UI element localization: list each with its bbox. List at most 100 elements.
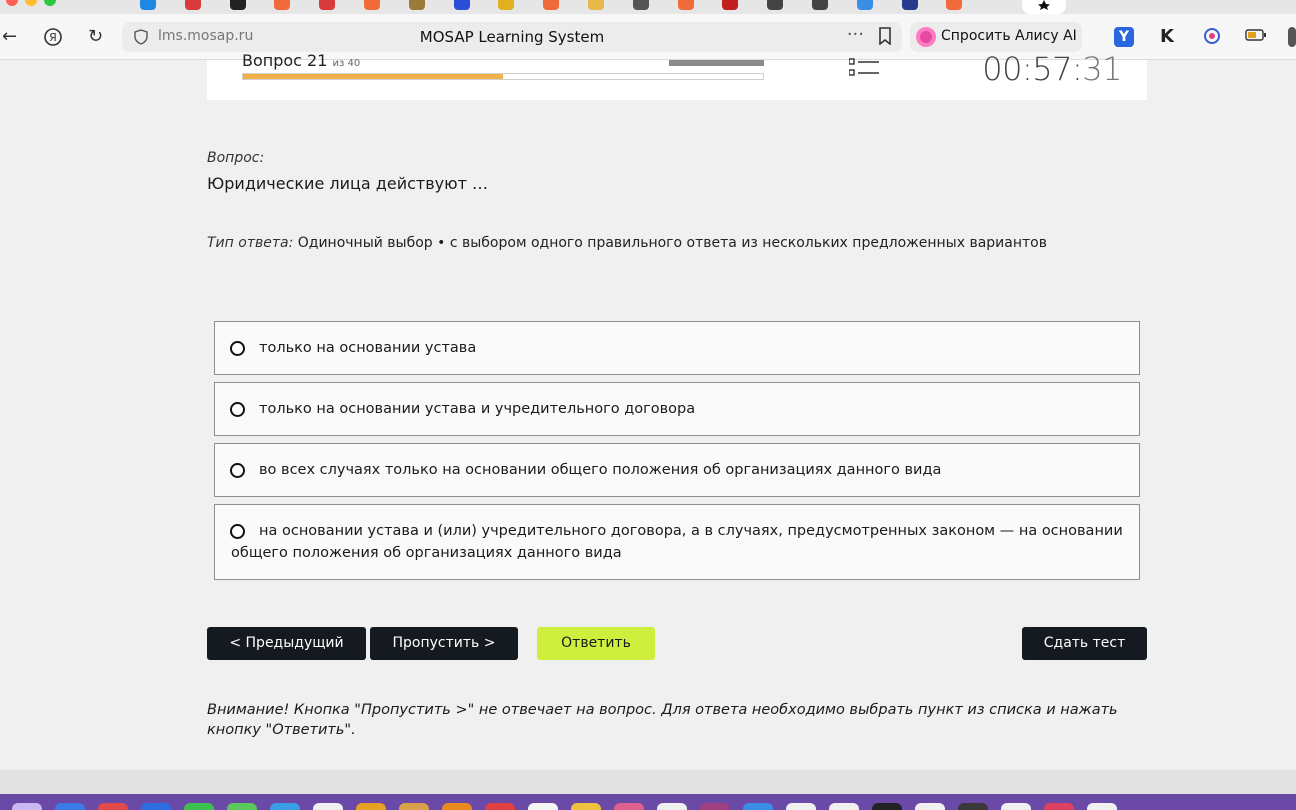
dock-app-icon[interactable]: [829, 803, 859, 810]
dock-app-icon[interactable]: [1087, 803, 1117, 810]
maximize-window-button[interactable]: [44, 0, 56, 6]
tab-favicon[interactable]: [274, 0, 291, 10]
dock-app-icon[interactable]: [700, 803, 730, 810]
tab-favicon[interactable]: [901, 0, 918, 10]
close-window-button[interactable]: [6, 0, 18, 6]
answer-option-text: на основании устава и (или) учредительно…: [231, 523, 1123, 561]
dock-app-icon[interactable]: [528, 803, 558, 810]
tab-favicon[interactable]: [453, 0, 470, 10]
answer-option-text: во всех случаях только на основании обще…: [259, 462, 942, 478]
dock-app-icon[interactable]: [227, 803, 257, 810]
dock-app-icon[interactable]: [399, 803, 429, 810]
question-text: Юридические лица действуют …: [207, 174, 488, 193]
dock-app-icon[interactable]: [141, 803, 171, 810]
dock-app-icon[interactable]: [915, 803, 945, 810]
answer-button[interactable]: Ответить: [537, 627, 655, 660]
address-bar[interactable]: lms.mosap.ru MOSAP Learning System ···: [122, 22, 902, 52]
answer-option-1[interactable]: только на основании устава: [214, 321, 1140, 375]
back-arrow-icon[interactable]: ←: [2, 27, 17, 47]
extension-k-icon[interactable]: K: [1157, 27, 1177, 47]
tab-icons: [140, 0, 991, 10]
timer: 00:57:31: [982, 50, 1122, 88]
tab-strip: [0, 0, 1296, 14]
dock-app-icon[interactable]: [743, 803, 773, 810]
dock-app-icon[interactable]: [485, 803, 515, 810]
ask-alice-button[interactable]: Спросить Алису AI: [910, 22, 1082, 52]
answer-option-text: только на основании устава и учредительн…: [259, 401, 696, 417]
answer-option-3[interactable]: во всех случаях только на основании обще…: [214, 443, 1140, 497]
timer-seconds: 31: [1082, 50, 1122, 88]
question-counter-current: Вопрос 21: [242, 51, 328, 70]
yandex-home-icon[interactable]: Я: [43, 27, 63, 52]
question-counter-total: из 40: [332, 58, 361, 69]
dock-app-icon[interactable]: [356, 803, 386, 810]
answer-option-4[interactable]: на основании устава и (или) учредительно…: [214, 504, 1140, 580]
alice-icon: [916, 27, 936, 47]
tab-favicon[interactable]: [184, 0, 201, 10]
tab-favicon[interactable]: [319, 0, 336, 10]
dock-app-icon[interactable]: [786, 803, 816, 810]
progress-bar: [242, 73, 764, 80]
tab-favicon[interactable]: [543, 0, 560, 10]
extension-circle-icon[interactable]: [1202, 27, 1222, 47]
dock-app-icon[interactable]: [614, 803, 644, 810]
dock-app-icon[interactable]: [571, 803, 601, 810]
bookmark-icon[interactable]: [878, 27, 892, 45]
radio-button[interactable]: [230, 402, 245, 417]
dock-app-icon[interactable]: [313, 803, 343, 810]
warning-note: Внимание! Кнопка "Пропустить >" не отвеч…: [207, 702, 1118, 738]
finish-button-partial[interactable]: [669, 60, 764, 66]
extension-icon[interactable]: [1288, 27, 1296, 47]
svg-text:Я: Я: [49, 31, 57, 44]
tab-favicon[interactable]: [811, 0, 828, 10]
tab-favicon[interactable]: [632, 0, 649, 10]
tab-favicon[interactable]: [856, 0, 873, 10]
tab-favicon[interactable]: [946, 0, 963, 10]
reload-icon[interactable]: ↻: [88, 27, 103, 47]
extension-y-icon[interactable]: Y: [1114, 27, 1134, 47]
tab-favicon[interactable]: [587, 0, 604, 10]
answer-type-label: Тип ответа:: [207, 235, 294, 251]
progress-panel: Вопрос 21 из 40 00:57:31: [207, 50, 1147, 100]
answer-option-text: только на основании устава: [259, 340, 477, 356]
progress-fill: [243, 74, 503, 79]
submit-test-button[interactable]: Сдать тест: [1022, 627, 1147, 660]
answer-type: Тип ответа: Одиночный выбор • с выбором …: [207, 235, 1047, 251]
dock-app-icon[interactable]: [98, 803, 128, 810]
dock-app-icon[interactable]: [1044, 803, 1074, 810]
more-icon[interactable]: ···: [847, 24, 864, 45]
radio-button[interactable]: [230, 341, 245, 356]
question-label: Вопрос:: [207, 150, 265, 166]
question-counter: Вопрос 21 из 40: [242, 51, 360, 70]
radio-button[interactable]: [230, 463, 245, 478]
tab-favicon[interactable]: [498, 0, 515, 10]
dock-app-icon[interactable]: [55, 803, 85, 810]
dock-app-icon[interactable]: [1001, 803, 1031, 810]
answer-option-2[interactable]: только на основании устава и учредительн…: [214, 382, 1140, 436]
dock-app-icon[interactable]: [12, 803, 42, 810]
minimize-window-button[interactable]: [25, 0, 37, 6]
dock-app-icon[interactable]: [270, 803, 300, 810]
page-title: MOSAP Learning System: [419, 28, 605, 46]
active-tab[interactable]: [1022, 0, 1066, 14]
skip-button[interactable]: Пропустить >: [370, 627, 518, 660]
dock-app-icon[interactable]: [657, 803, 687, 810]
dock-app-icon[interactable]: [872, 803, 902, 810]
tab-favicon[interactable]: [363, 0, 380, 10]
tab-favicon[interactable]: [408, 0, 425, 10]
tab-favicon[interactable]: [140, 0, 156, 10]
timer-main: 00:57:: [982, 50, 1083, 88]
tab-favicon[interactable]: [722, 0, 739, 10]
radio-button[interactable]: [230, 524, 245, 539]
tab-favicon[interactable]: [767, 0, 784, 10]
question-list-icon[interactable]: [849, 58, 879, 78]
ask-alice-label: Спросить Алису AI: [941, 28, 1077, 44]
dock-app-icon[interactable]: [442, 803, 472, 810]
dock-app-icon[interactable]: [184, 803, 214, 810]
tab-favicon[interactable]: [677, 0, 694, 10]
tab-favicon[interactable]: [229, 0, 246, 10]
dock-app-icon[interactable]: [958, 803, 988, 810]
dock-area: [0, 770, 1296, 810]
previous-button[interactable]: < Предыдущий: [207, 627, 366, 660]
star-icon: [1038, 0, 1050, 10]
